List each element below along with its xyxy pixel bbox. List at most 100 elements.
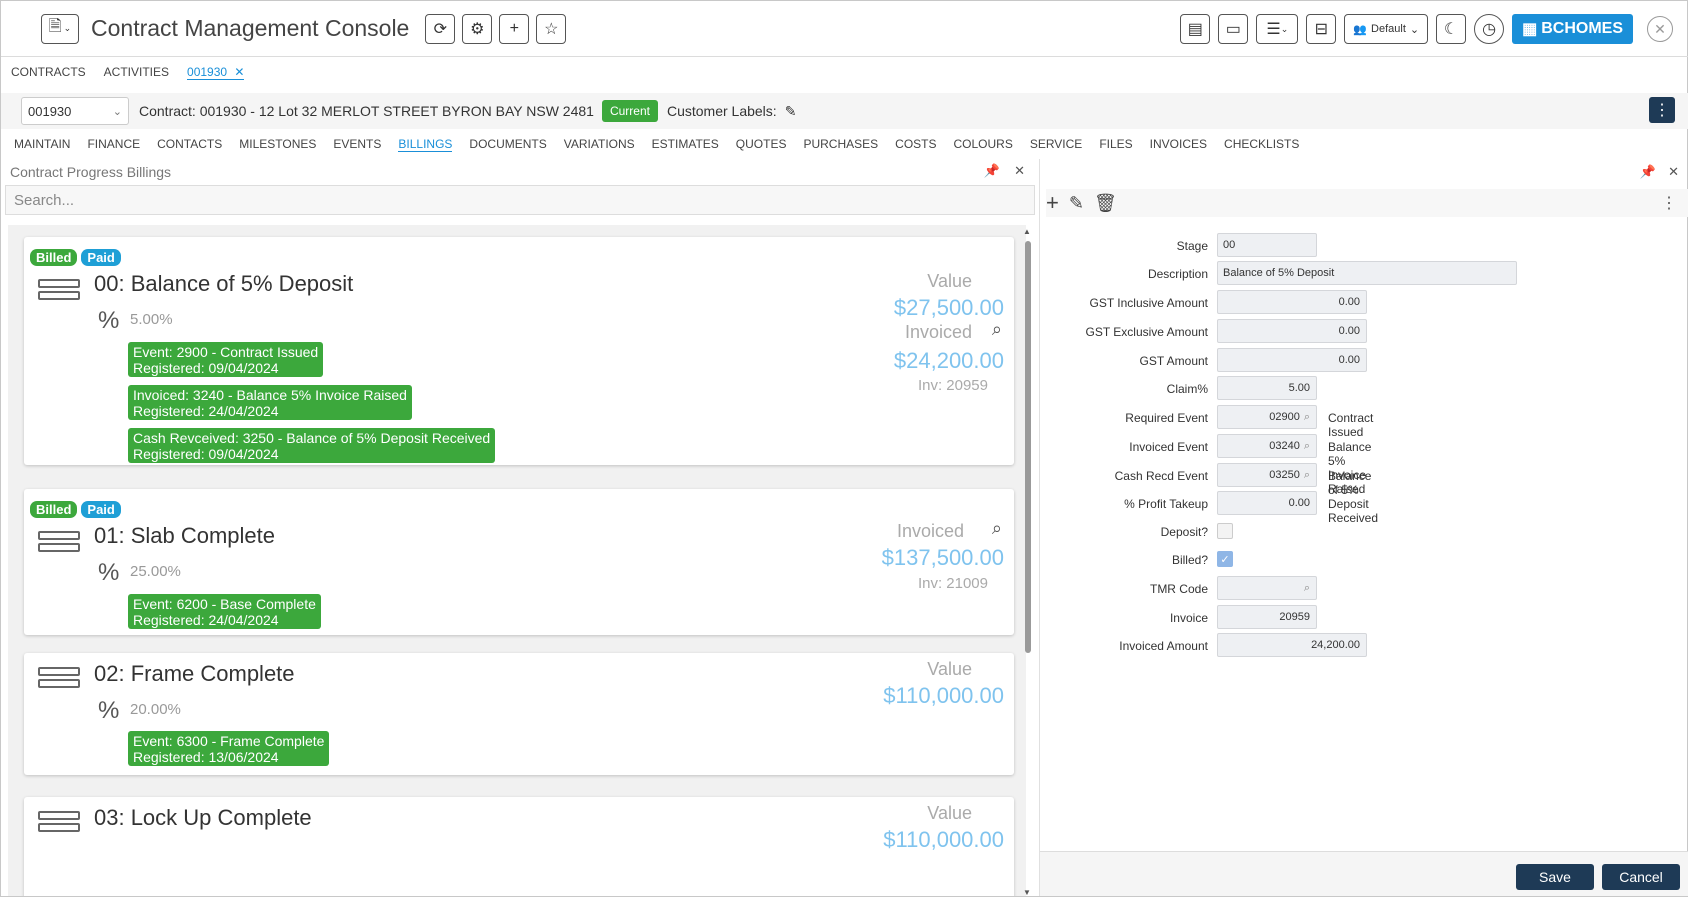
billed-badge: Billed [30, 501, 78, 518]
tab-contracts[interactable]: CONTRACTS [11, 65, 86, 80]
pin-icon[interactable]: 📌 [1640, 164, 1656, 180]
trash-icon[interactable]: 🗑 [1094, 193, 1117, 214]
pane-icons: 📌 ✕ [984, 163, 1025, 179]
stage-field[interactable]: 00 [1217, 233, 1317, 257]
document-menu-button[interactable]: 🗎 ⌄ [41, 13, 79, 44]
gst-amount-label: GST Amount [1139, 354, 1208, 368]
search-icon[interactable]: ⌕ [992, 319, 1002, 340]
dark-mode-button[interactable]: ☾ [1436, 14, 1467, 44]
billing-card[interactable]: Billed Paid 00: Balance of 5% Deposit % … [24, 237, 1014, 465]
tab-quotes[interactable]: QUOTES [736, 137, 787, 152]
tab-service[interactable]: SERVICE [1030, 137, 1082, 152]
cash-recd-event-desc: Balance of 5% Deposit Received [1328, 469, 1379, 525]
list-scrollbar[interactable]: ▲ ▼ [1023, 227, 1033, 897]
ticket-button[interactable]: ▭ [1218, 14, 1249, 44]
close-window-button[interactable]: ✕ [1647, 16, 1673, 42]
invoiced-event-field[interactable]: 03240 ⌕ [1217, 434, 1317, 458]
layout-icon: ⊟ [1314, 21, 1329, 38]
description-field[interactable]: Balance of 5% Deposit [1217, 261, 1517, 285]
cash-recd-event-field[interactable]: 03250 ⌕ [1217, 463, 1317, 487]
filter-settings-button[interactable]: ☰ ⌄ [1256, 14, 1299, 44]
deposit-checkbox[interactable] [1217, 523, 1233, 539]
chevron-down-icon: ⌄ [1409, 23, 1420, 36]
tmr-code-field[interactable]: ⌕ [1217, 576, 1317, 600]
tab-documents[interactable]: DOCUMENTS [469, 137, 546, 152]
tab-invoices[interactable]: INVOICES [1150, 137, 1207, 152]
tab-variations[interactable]: VARIATIONS [564, 137, 635, 152]
billing-card[interactable]: 02: Frame Complete % 20.00% Event: 6300 … [24, 653, 1014, 775]
value-label: Value [927, 271, 972, 291]
tab-finance[interactable]: FINANCE [87, 137, 140, 152]
cancel-button[interactable]: Cancel [1602, 864, 1680, 890]
invoiced-label: Invoiced [904, 322, 972, 342]
tab-estimates[interactable]: ESTIMATES [652, 137, 719, 152]
billing-card[interactable]: 03: Lock Up Complete Value $110,000.00 [24, 797, 1014, 896]
add-button[interactable]: + [499, 13, 530, 44]
search-icon[interactable]: ⌕ [1304, 469, 1310, 482]
history-button[interactable]: ◷ [1474, 14, 1505, 44]
event-tag: Event: 6300 - Frame Complete Registered:… [128, 731, 330, 766]
kebab-icon: ⋮ [1654, 102, 1670, 119]
search-icon[interactable]: ⌕ [992, 518, 1002, 539]
tab-contract-001930[interactable]: 001930 ✕ [187, 65, 245, 80]
close-icon[interactable]: ✕ [1014, 163, 1025, 179]
invoiced-amount-field[interactable]: 24,200.00 [1217, 633, 1367, 657]
favourite-button[interactable]: ☆ [536, 13, 567, 44]
invoiced-label: Invoiced [896, 521, 964, 541]
close-icon[interactable]: ✕ [1668, 164, 1679, 180]
edit-icon[interactable]: ✎ [1069, 193, 1084, 214]
tab-files[interactable]: FILES [1099, 137, 1132, 152]
profit-takeup-field[interactable]: 0.00 [1217, 491, 1317, 515]
invoice-field[interactable]: 20959 [1217, 605, 1317, 629]
required-event-label: Required Event [1125, 411, 1208, 425]
save-button[interactable]: Save [1516, 864, 1594, 890]
search-icon[interactable]: ⌕ [1304, 582, 1310, 595]
tab-colours[interactable]: COLOURS [954, 137, 1013, 152]
gst-inclusive-field[interactable]: 0.00 [1217, 290, 1367, 314]
more-options-button[interactable]: ⋮ [1649, 97, 1675, 123]
tab-purchases[interactable]: PURCHASES [803, 137, 878, 152]
gst-exclusive-field[interactable]: 0.00 [1217, 319, 1367, 343]
billing-card[interactable]: Billed Paid 01: Slab Complete % 25.00% E… [24, 489, 1014, 635]
brand-button[interactable]: ▦ BCHOMES [1512, 14, 1633, 44]
kebab-icon[interactable]: ⋮ [1661, 193, 1677, 213]
tab-billings[interactable]: BILLINGS [398, 137, 453, 152]
value-amount: $110,000.00 [883, 827, 1004, 852]
scroll-down-icon[interactable]: ▼ [1023, 888, 1031, 897]
search-input[interactable]: Search... [5, 185, 1035, 215]
chevron-down-icon: ⌄ [112, 105, 122, 118]
gear-icon: ⚙ [470, 20, 485, 38]
tab-maintain[interactable]: MAINTAIN [14, 137, 70, 152]
tab-activities[interactable]: ACTIVITIES [104, 65, 169, 80]
app-window: 🗎 ⌄ Contract Management Console ⟳ ⚙ + ☆ ▤… [0, 0, 1688, 897]
chevron-down-icon: ⌄ [1280, 23, 1289, 34]
refresh-button[interactable]: ⟳ [425, 13, 456, 44]
scroll-up-icon[interactable]: ▲ [1023, 227, 1031, 236]
tab-events[interactable]: EVENTS [333, 137, 381, 152]
profile-dropdown[interactable]: 👥 Default ⌄ [1344, 14, 1429, 44]
tab-milestones[interactable]: MILESTONES [239, 137, 316, 152]
paid-badge: Paid [81, 501, 121, 518]
tab-contacts[interactable]: CONTACTS [157, 137, 222, 152]
percent-icon: % [98, 307, 120, 334]
layout-button[interactable]: ⊟ [1306, 14, 1337, 44]
tab-checklists[interactable]: CHECKLISTS [1224, 137, 1299, 152]
report-button[interactable]: ▤ [1180, 14, 1211, 44]
close-icon: ✕ [1654, 20, 1666, 37]
users-icon: 👥 [1353, 23, 1368, 36]
billed-checkbox[interactable]: ✓ [1217, 551, 1233, 567]
contract-select[interactable]: 001930 ⌄ [21, 97, 129, 125]
close-tab-icon[interactable]: ✕ [234, 65, 244, 79]
scroll-thumb[interactable] [1025, 241, 1031, 653]
tab-costs[interactable]: COSTS [895, 137, 936, 152]
required-event-field[interactable]: 02900 ⌕ [1217, 405, 1317, 429]
pin-icon[interactable]: 📌 [984, 163, 1000, 179]
table-icon [38, 667, 80, 697]
gst-amount-field[interactable]: 0.00 [1217, 348, 1367, 372]
claim-field[interactable]: 5.00 [1217, 376, 1317, 400]
settings-button[interactable]: ⚙ [462, 13, 493, 44]
search-icon[interactable]: ⌕ [1304, 440, 1310, 453]
search-icon[interactable]: ⌕ [1304, 411, 1310, 424]
edit-icon[interactable]: ✎ [785, 103, 797, 120]
plus-icon[interactable]: + [1046, 190, 1059, 216]
